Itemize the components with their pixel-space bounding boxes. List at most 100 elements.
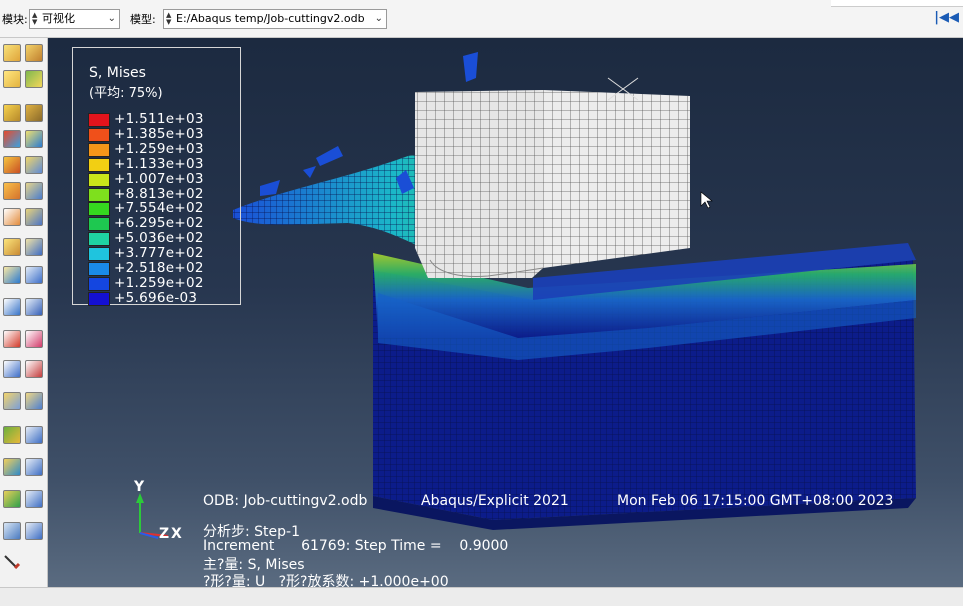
legend-value: +1.133e+03 bbox=[114, 155, 204, 172]
legend-value: +5.036e+02 bbox=[114, 230, 204, 247]
legend-entry: +7.554e+02 bbox=[88, 200, 238, 217]
field-output-icon[interactable] bbox=[25, 490, 43, 508]
tool-side-mesh bbox=[543, 90, 690, 268]
legend-swatch bbox=[88, 291, 110, 306]
legend-value: +3.777e+02 bbox=[114, 245, 204, 262]
xy-plot-icon[interactable] bbox=[25, 330, 43, 348]
animate-time-icon[interactable] bbox=[25, 208, 43, 226]
legend-swatch bbox=[88, 172, 110, 187]
report-field-icon[interactable] bbox=[3, 330, 21, 348]
legend-value: +5.696e-03 bbox=[114, 289, 198, 306]
legend-entry: +5.696e-03 bbox=[88, 289, 238, 306]
workpiece[interactable] bbox=[373, 243, 916, 530]
legend-entry: +1.133e+03 bbox=[88, 155, 238, 172]
legend-swatch bbox=[88, 157, 110, 172]
triad-y-label: Y bbox=[134, 479, 145, 495]
triad-x-label: X bbox=[171, 526, 182, 542]
animate-scale-icon[interactable] bbox=[3, 208, 21, 226]
legend-entry: +3.777e+02 bbox=[88, 245, 238, 262]
free-body-icon[interactable] bbox=[3, 360, 21, 378]
common-options-icon[interactable] bbox=[25, 156, 43, 174]
plot-deformed-icon[interactable] bbox=[25, 44, 43, 62]
tools-icon[interactable] bbox=[3, 554, 21, 572]
legend-value: +6.295e+02 bbox=[114, 215, 204, 232]
legend-entry: +1.259e+03 bbox=[88, 141, 238, 157]
module-label: 模块: bbox=[2, 13, 28, 26]
status-bar bbox=[0, 587, 963, 606]
legend-swatch bbox=[88, 127, 110, 142]
path-manager-icon[interactable] bbox=[25, 266, 43, 284]
legend-value: +1.385e+03 bbox=[114, 125, 204, 142]
legend-value: +2.518e+02 bbox=[114, 260, 204, 276]
legend-entry: +1.007e+03 bbox=[88, 170, 238, 187]
legend-title: S, Mises bbox=[89, 65, 146, 81]
legend-swatch bbox=[88, 187, 110, 202]
legend-entry: +8.813e+02 bbox=[88, 185, 238, 202]
legend-value: +1.259e+02 bbox=[114, 274, 204, 291]
legend[interactable]: S, Mises (平均: 75%) +1.511e+03 +1.385e+03 +… bbox=[72, 47, 241, 306]
legend-value: +1.007e+03 bbox=[114, 170, 204, 187]
result-options-icon[interactable] bbox=[25, 522, 43, 540]
mini-window bbox=[831, 0, 963, 7]
model-label: 模型: bbox=[130, 13, 156, 26]
debris bbox=[463, 52, 478, 82]
path-icon[interactable] bbox=[3, 266, 21, 284]
mouse-cursor-icon bbox=[700, 191, 713, 209]
legend-entry: +5.036e+02 bbox=[88, 230, 238, 247]
query-icon[interactable] bbox=[3, 298, 21, 316]
display-group-icon[interactable] bbox=[3, 392, 21, 410]
view-cut-manager-icon[interactable] bbox=[25, 426, 43, 444]
viewport[interactable]: Y Z X S, Mises (平均: 75%) +1.511e+03 +1.38… bbox=[48, 38, 963, 587]
skip-to-last-icon[interactable]: |◀◀ bbox=[934, 10, 959, 25]
triad-z-label: Z bbox=[159, 526, 170, 542]
legend-swatch bbox=[88, 232, 110, 247]
chevron-down-icon: ⌄ bbox=[107, 13, 116, 24]
deform-options-icon[interactable] bbox=[3, 156, 21, 174]
context-bar: 模块: ▲ ▼ 可视化 ⌄ 模型: ▲ ▼ E:/Abaqus temp/Job-c… bbox=[0, 0, 963, 38]
legend-value: +7.554e+02 bbox=[114, 200, 204, 217]
stream-icon[interactable] bbox=[25, 360, 43, 378]
debris bbox=[316, 146, 343, 166]
select-icon[interactable] bbox=[3, 522, 21, 540]
tool-front-mesh bbox=[415, 90, 543, 278]
module-combo[interactable]: ▲ ▼ 可视化 ⌄ bbox=[29, 9, 120, 29]
tube-icon[interactable] bbox=[3, 490, 21, 508]
legend-entry: +1.385e+03 bbox=[88, 125, 238, 142]
legend-entry: +2.518e+02 bbox=[88, 260, 238, 276]
toolbox bbox=[0, 38, 48, 587]
model-value: E:/Abaqus temp/Job-cuttingv2.odb bbox=[176, 12, 365, 25]
overlay-icon[interactable] bbox=[25, 182, 43, 200]
legend-subtitle: (平均: 75%) bbox=[89, 86, 163, 101]
legend-value: +8.813e+02 bbox=[114, 185, 204, 202]
xy-manager-icon[interactable] bbox=[25, 238, 43, 256]
cutting-tool[interactable] bbox=[415, 77, 690, 278]
display-group-manager-icon[interactable] bbox=[25, 392, 43, 410]
legend-swatch bbox=[88, 142, 110, 157]
legend-swatch bbox=[88, 202, 110, 217]
spin-arrows-icon: ▲ ▼ bbox=[166, 11, 172, 26]
model-combo[interactable]: ▲ ▼ E:/Abaqus temp/Job-cuttingv2.odb ⌄ bbox=[163, 9, 387, 29]
plot-undeformed-icon[interactable] bbox=[3, 44, 21, 62]
solver-info: Abaqus/Explicit 2021 bbox=[421, 493, 569, 509]
debris bbox=[260, 180, 280, 196]
increment-info: Increment 61769: Step Time = 0.9000 bbox=[203, 538, 509, 554]
allow-multiple-icon[interactable] bbox=[25, 104, 43, 122]
superimpose-icon[interactable] bbox=[3, 182, 21, 200]
contour-options-icon[interactable] bbox=[3, 130, 21, 148]
debris bbox=[303, 166, 316, 178]
plot-material-icon[interactable] bbox=[3, 104, 21, 122]
step-frame-icon[interactable] bbox=[25, 458, 43, 476]
view-manager-icon[interactable] bbox=[25, 298, 43, 316]
section-points-icon[interactable] bbox=[3, 458, 21, 476]
legend-swatch bbox=[88, 217, 110, 232]
legend-swatch bbox=[88, 247, 110, 262]
legend-swatch bbox=[88, 276, 110, 291]
create-xy-icon[interactable] bbox=[3, 238, 21, 256]
plot-contours-icon[interactable] bbox=[3, 70, 21, 88]
symbol-options-icon[interactable] bbox=[25, 130, 43, 148]
legend-swatch bbox=[88, 262, 110, 276]
legend-entry: +1.259e+02 bbox=[88, 274, 238, 291]
spin-arrows-icon: ▲ ▼ bbox=[32, 11, 38, 26]
cut-icon[interactable] bbox=[3, 426, 21, 444]
plot-symbols-icon[interactable] bbox=[25, 70, 43, 88]
